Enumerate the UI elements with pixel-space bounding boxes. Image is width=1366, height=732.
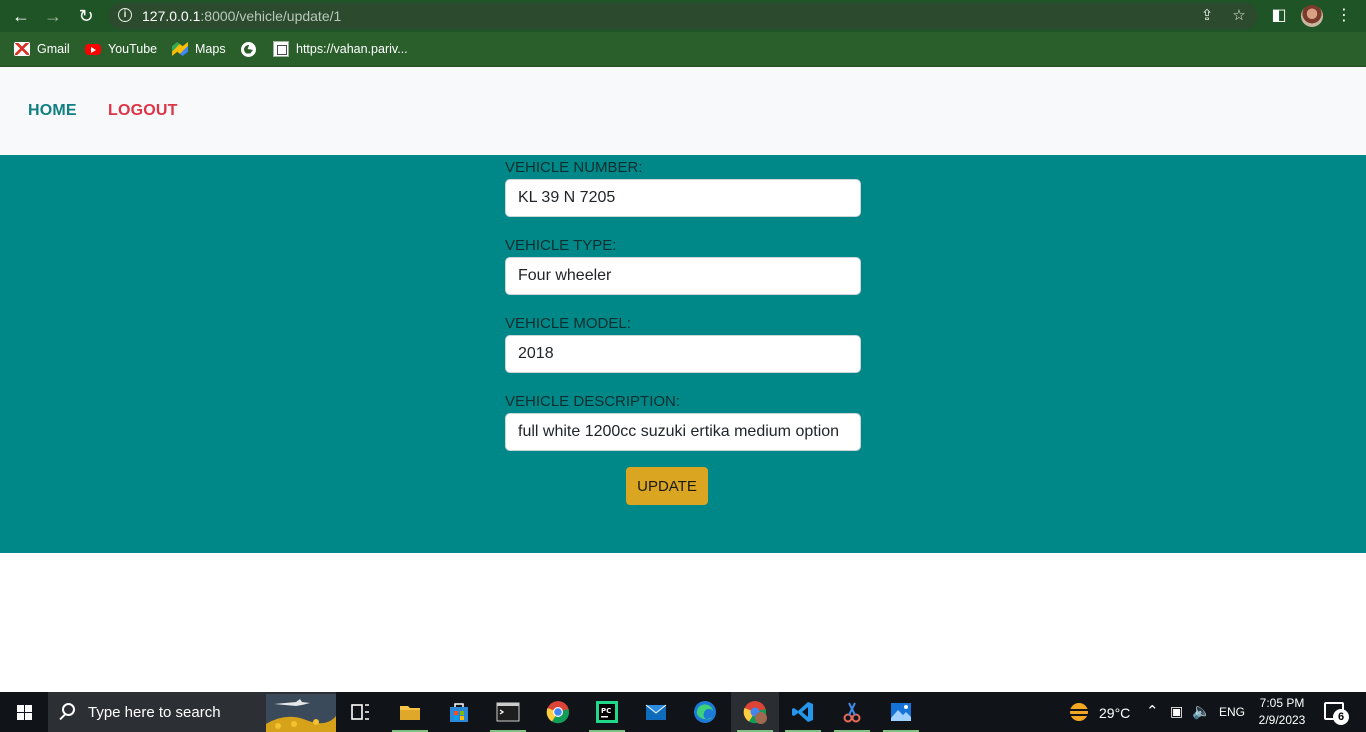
bookmarks-bar: Gmail YouTube Maps https://vahan.pariv..… — [0, 32, 1366, 67]
pycharm-logo-icon: PC — [596, 701, 618, 723]
vscode-logo-icon — [792, 702, 813, 722]
nav-logout-link[interactable]: LOGOUT — [108, 102, 178, 120]
bookmark-vahan[interactable]: https://vahan.pariv... — [273, 40, 408, 58]
clock-time: 7:05 PM — [1259, 696, 1305, 710]
profile-avatar[interactable] — [1301, 5, 1323, 27]
taskbar-clock[interactable]: 7:05 PM 2/9/2023 — [1252, 695, 1312, 729]
bookmark-globe[interactable] — [241, 40, 256, 58]
language-indicator[interactable]: ENG — [1219, 705, 1245, 719]
envelope-icon — [645, 704, 667, 720]
svg-text:PC: PC — [601, 707, 611, 715]
store-icon[interactable] — [435, 692, 483, 732]
search-highlight-image — [266, 694, 336, 732]
chrome-icon[interactable] — [534, 692, 582, 732]
folder-icon — [400, 706, 420, 720]
nav-home-link[interactable]: HOME — [28, 102, 77, 120]
task-view-glyph — [351, 704, 369, 720]
photos-icon[interactable] — [877, 692, 925, 732]
bookmark-label: YouTube — [108, 42, 158, 56]
shopping-bag-icon — [450, 703, 468, 722]
vehicle-number-input[interactable] — [505, 179, 861, 217]
scissors-icon — [843, 702, 861, 723]
browser-toolbar: ← → ↻ i 127.0.0.1:8000/vehicle/update/1 … — [0, 0, 1366, 32]
address-url[interactable]: 127.0.0.1:8000/vehicle/update/1 — [142, 8, 341, 24]
share-icon[interactable]: ⇪ — [1198, 7, 1216, 25]
vehicle-update-form: VEHICLE NUMBER: VEHICLE TYPE: VEHICLE MO… — [0, 155, 1366, 553]
address-bar[interactable]: i 127.0.0.1:8000/vehicle/update/1 ⇪ ☆ — [108, 3, 1258, 29]
chrome-profile-icon[interactable] — [731, 692, 779, 732]
vscode-icon[interactable] — [779, 692, 827, 732]
vehicle-number-label: VEHICLE NUMBER: — [505, 159, 643, 176]
vehicle-model-label: VEHICLE MODEL: — [505, 315, 631, 332]
vahan-site-icon — [273, 41, 289, 57]
windows-logo-icon — [17, 705, 32, 720]
bookmark-star-icon[interactable]: ☆ — [1230, 7, 1248, 25]
edge-logo-icon — [694, 701, 716, 723]
weather-temperature[interactable]: 29°C — [1099, 705, 1130, 721]
pycharm-icon[interactable]: PC — [583, 692, 631, 732]
command-prompt-icon — [496, 702, 520, 722]
weather-icon[interactable] — [1067, 700, 1091, 724]
meet-now-icon[interactable]: ▣ — [1170, 703, 1183, 720]
bookmark-label: Maps — [195, 42, 226, 56]
terminal-icon[interactable] — [484, 692, 532, 732]
update-button[interactable]: UPDATE — [626, 467, 708, 505]
chrome-profile-logo-icon — [743, 701, 767, 724]
bookmark-maps[interactable]: Maps — [172, 40, 226, 58]
search-icon — [62, 703, 75, 716]
windows-taskbar: Type here to search PC 29°C ⌃ ▣ 🔈 ENG 7:… — [0, 692, 1366, 732]
volume-icon[interactable]: 🔈 — [1192, 702, 1211, 720]
bookmark-label: https://vahan.pariv... — [296, 42, 408, 56]
bookmark-youtube[interactable]: YouTube — [85, 40, 157, 58]
notification-count-badge: 6 — [1333, 709, 1349, 725]
task-view-icon[interactable] — [336, 692, 384, 732]
url-path: :8000/vehicle/update/1 — [200, 8, 342, 24]
url-host: 127.0.0.1 — [142, 8, 201, 24]
bookmark-gmail[interactable]: Gmail — [14, 40, 70, 58]
globe-icon — [241, 41, 256, 57]
back-arrow-icon[interactable]: ← — [11, 6, 31, 26]
side-panel-icon[interactable]: ◧ — [1269, 6, 1289, 26]
more-menu-icon[interactable]: ⋮ — [1334, 6, 1354, 26]
start-button[interactable] — [0, 692, 48, 732]
file-explorer-icon[interactable] — [386, 692, 434, 732]
chevron-up-icon[interactable]: ⌃ — [1146, 702, 1159, 720]
site-info-icon[interactable]: i — [118, 8, 132, 22]
taskbar-search-placeholder: Type here to search — [88, 704, 221, 721]
youtube-icon — [85, 43, 101, 55]
bookmark-label: Gmail — [37, 42, 70, 56]
gmail-icon — [14, 42, 30, 56]
forward-arrow-icon[interactable]: → — [43, 6, 63, 26]
chrome-logo-icon — [546, 701, 570, 724]
vehicle-type-label: VEHICLE TYPE: — [505, 237, 617, 254]
site-navbar: HOME LOGOUT — [0, 67, 1366, 155]
mail-icon[interactable] — [632, 692, 680, 732]
maps-icon — [172, 42, 188, 56]
vehicle-description-label: VEHICLE DESCRIPTION: — [505, 393, 681, 410]
snipping-tool-icon[interactable] — [828, 692, 876, 732]
taskbar-search[interactable]: Type here to search — [48, 692, 336, 732]
reload-icon[interactable]: ↻ — [76, 6, 96, 26]
vehicle-model-input[interactable] — [505, 335, 861, 373]
vehicle-description-input[interactable] — [505, 413, 861, 451]
clock-date: 2/9/2023 — [1258, 713, 1306, 727]
image-icon — [891, 703, 911, 721]
vehicle-type-input[interactable] — [505, 257, 861, 295]
edge-icon[interactable] — [681, 692, 729, 732]
